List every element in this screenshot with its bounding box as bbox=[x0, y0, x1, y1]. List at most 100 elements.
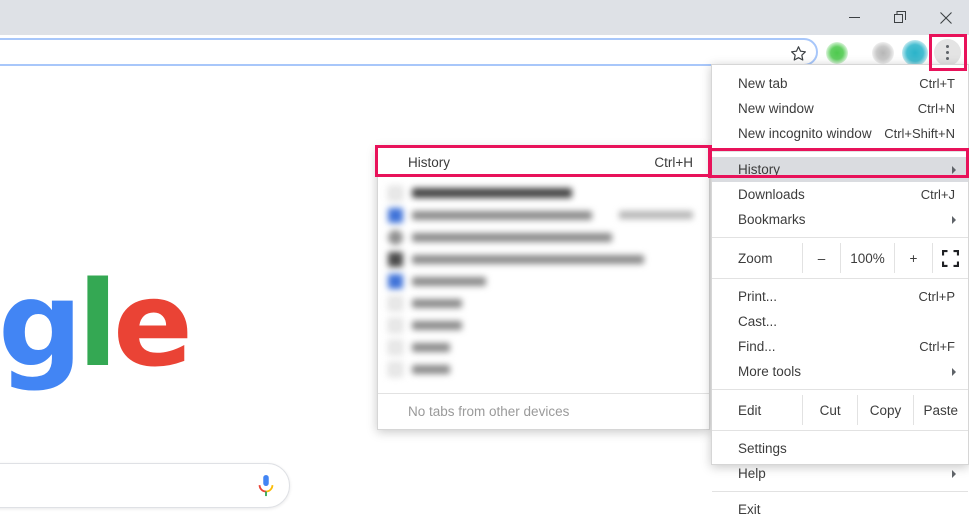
submenu-history-label: History bbox=[408, 154, 451, 170]
menu-divider-5 bbox=[712, 430, 968, 431]
chevron-right-icon bbox=[952, 367, 956, 376]
microphone-button[interactable] bbox=[255, 474, 277, 498]
menu-item-settings[interactable]: Settings bbox=[712, 436, 968, 461]
menu-group-history: History Downloads Ctrl+J Bookmarks bbox=[712, 157, 968, 232]
edit-label: Edit bbox=[738, 402, 762, 418]
submenu-history-accel: Ctrl+H bbox=[654, 154, 693, 170]
menu-item-print[interactable]: Print... Ctrl+P bbox=[712, 284, 968, 309]
blue-icon bbox=[388, 273, 403, 289]
window-controls bbox=[831, 0, 969, 35]
submenu-header-history[interactable]: History Ctrl+H bbox=[378, 148, 709, 176]
history-entry[interactable] bbox=[378, 336, 709, 358]
menu-item-label: Downloads bbox=[738, 187, 805, 202]
minimize-button[interactable] bbox=[831, 0, 877, 35]
menu-item-downloads[interactable]: Downloads Ctrl+J bbox=[712, 182, 968, 207]
history-entry-title bbox=[412, 254, 644, 264]
profile-avatar-icon[interactable] bbox=[902, 40, 928, 66]
menu-item-history[interactable]: History bbox=[712, 157, 968, 182]
menu-item-label: New incognito window bbox=[738, 126, 872, 141]
menu-item-accel: Ctrl+Shift+N bbox=[884, 126, 955, 141]
menu-item-new-incognito-window[interactable]: New incognito window Ctrl+Shift+N bbox=[712, 121, 968, 146]
menu-item-more-tools[interactable]: More tools bbox=[712, 359, 968, 384]
menu-row-zoom: Zoom – 100% + bbox=[712, 243, 968, 273]
menu-item-help[interactable]: Help bbox=[712, 461, 968, 486]
minimize-icon bbox=[848, 17, 860, 18]
bookmark-star-button[interactable] bbox=[786, 41, 810, 65]
menu-item-accel: Ctrl+J bbox=[920, 187, 955, 202]
menu-item-find[interactable]: Find... Ctrl+F bbox=[712, 334, 968, 359]
menu-item-accel: Ctrl+N bbox=[917, 101, 955, 116]
menu-item-new-window[interactable]: New window Ctrl+N bbox=[712, 96, 968, 121]
history-entry-title bbox=[412, 210, 592, 220]
history-entry[interactable] bbox=[378, 182, 709, 204]
menu-row-edit: Edit Cut Copy Paste bbox=[712, 395, 968, 425]
google-search-input[interactable] bbox=[0, 463, 290, 508]
history-entry-title bbox=[412, 232, 612, 242]
menu-divider-4 bbox=[712, 389, 968, 390]
menu-item-cast[interactable]: Cast... bbox=[712, 309, 968, 334]
menu-item-label: New tab bbox=[738, 76, 788, 91]
page-icon bbox=[388, 361, 403, 377]
menu-divider-3 bbox=[712, 278, 968, 279]
browser-window: ogle History Ctrl+H No tabs from other d… bbox=[0, 0, 969, 518]
menu-item-new-tab[interactable]: New tab Ctrl+T bbox=[712, 71, 968, 96]
menu-item-accel: Ctrl+P bbox=[918, 289, 955, 304]
menu-divider-2 bbox=[712, 237, 968, 238]
menu-dot-3 bbox=[946, 57, 949, 60]
history-entry-title bbox=[412, 342, 450, 352]
copy-button[interactable]: Copy bbox=[857, 395, 912, 425]
history-entry[interactable] bbox=[378, 314, 709, 336]
chrome-main-menu: New tab Ctrl+T New window Ctrl+N New inc… bbox=[711, 64, 969, 517]
recently-closed-list bbox=[378, 177, 709, 380]
menu-item-accel: Ctrl+F bbox=[919, 339, 955, 354]
zoom-out-button[interactable]: – bbox=[802, 243, 840, 273]
fullscreen-icon bbox=[942, 249, 959, 267]
history-entry-accel bbox=[619, 211, 693, 219]
menu-group-settings: Settings Help bbox=[712, 436, 968, 486]
no-tabs-message: No tabs from other devices bbox=[378, 393, 709, 429]
history-entry[interactable] bbox=[378, 204, 709, 226]
zoom-in-button[interactable]: + bbox=[894, 243, 932, 273]
menu-group-new: New tab Ctrl+T New window Ctrl+N New inc… bbox=[712, 65, 968, 146]
google-logo: ogle bbox=[0, 255, 193, 393]
menu-item-label: Exit bbox=[738, 502, 761, 517]
history-submenu: History Ctrl+H No tabs from other device… bbox=[377, 147, 710, 430]
address-bar[interactable] bbox=[0, 38, 818, 66]
extension-icon-gray[interactable] bbox=[872, 42, 894, 64]
menu-group-tools: Print... Ctrl+P Cast... Find... Ctrl+F M… bbox=[712, 284, 968, 384]
title-bar bbox=[0, 0, 969, 35]
menu-item-label: History bbox=[738, 162, 781, 177]
close-icon bbox=[940, 11, 952, 24]
history-entry[interactable] bbox=[378, 270, 709, 292]
menu-divider-1 bbox=[712, 151, 968, 152]
menu-group-exit: Exit bbox=[712, 497, 968, 518]
chevron-right-icon bbox=[952, 469, 956, 478]
menu-divider-6 bbox=[712, 491, 968, 492]
menu-item-label: Find... bbox=[738, 339, 776, 354]
history-entry[interactable] bbox=[378, 358, 709, 380]
history-entry[interactable] bbox=[378, 226, 709, 248]
fullscreen-button[interactable] bbox=[932, 243, 968, 273]
history-entry[interactable] bbox=[378, 248, 709, 270]
gray-icon bbox=[388, 229, 403, 245]
page-icon bbox=[388, 317, 403, 333]
page-icon bbox=[388, 295, 403, 311]
menu-item-bookmarks[interactable]: Bookmarks bbox=[712, 207, 968, 232]
menu-item-label: Print... bbox=[738, 289, 778, 304]
menu-item-label: Settings bbox=[738, 441, 787, 456]
menu-item-label: Help bbox=[738, 466, 766, 481]
history-entry-title bbox=[412, 298, 462, 308]
paste-button[interactable]: Paste bbox=[912, 395, 968, 425]
three-dot-menu-button[interactable] bbox=[934, 39, 961, 66]
history-entry-title bbox=[412, 364, 450, 374]
history-entry[interactable] bbox=[378, 292, 709, 314]
star-icon bbox=[790, 45, 806, 61]
restore-button[interactable] bbox=[877, 0, 923, 35]
cut-button[interactable]: Cut bbox=[802, 395, 857, 425]
close-button[interactable] bbox=[923, 0, 969, 35]
menu-item-exit[interactable]: Exit bbox=[712, 497, 968, 518]
menu-item-label: New window bbox=[738, 101, 814, 116]
dark-icon bbox=[388, 251, 403, 267]
extension-icon-green[interactable] bbox=[826, 42, 848, 64]
history-entry-title bbox=[412, 276, 486, 286]
